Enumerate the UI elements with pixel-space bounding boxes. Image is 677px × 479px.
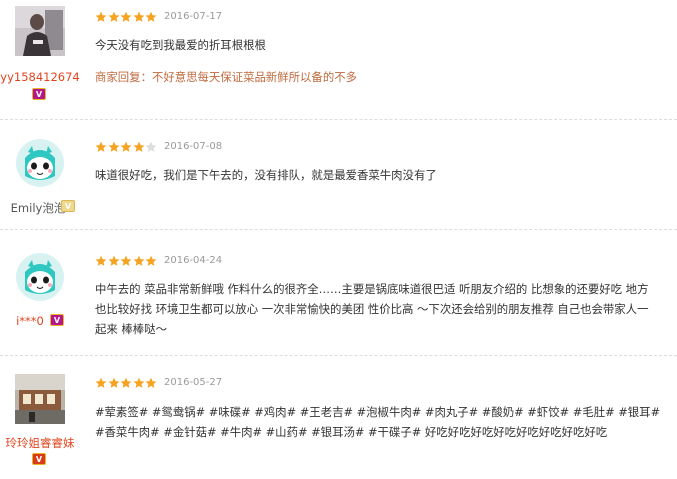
review-content: 味道很好吃，我们是下午去的，没有排队，就是最爱香菜牛肉没有了: [95, 168, 437, 182]
star-full-icon: [95, 141, 107, 152]
star-empty-icon: [145, 141, 157, 152]
review-item: 玲玲姐睿睿妹 V 2016-05-27 #荤素签# #鸳鸯锅# #味碟# #鸡肉…: [0, 356, 677, 479]
review-item: yy158412674 V 2016-07-17 今天没有吃到我最爱的折耳根根根…: [0, 0, 677, 120]
photo-avatar-icon: [15, 6, 65, 56]
review-date: 2016-05-27: [164, 377, 223, 388]
rating-stars: [95, 11, 158, 23]
rating-stars: [95, 377, 158, 389]
star-full-icon: [145, 11, 157, 22]
rating-stars: [95, 141, 158, 153]
user-avatar[interactable]: [15, 374, 65, 424]
star-full-icon: [133, 377, 144, 388]
username[interactable]: yy158412674: [0, 70, 80, 84]
star-full-icon: [95, 377, 107, 388]
review-content: 今天没有吃到我最爱的折耳根根根: [95, 38, 266, 52]
star-full-icon: [95, 11, 107, 22]
user-avatar[interactable]: [15, 6, 65, 56]
star-full-icon: [120, 11, 132, 22]
vip-badge-icon: V: [50, 314, 64, 326]
rating-stars: [95, 255, 158, 267]
star-full-icon: [95, 255, 107, 266]
star-full-icon: [145, 255, 157, 266]
cartoon-avatar-icon: [16, 253, 64, 301]
star-full-icon: [108, 11, 119, 22]
review-content: #荤素签# #鸳鸯锅# #味碟# #鸡肉# #王老吉# #泡椒牛肉# #肉丸子#…: [95, 405, 661, 439]
review-item: Emily泡泡 V 2016-07-08 味道很好吃，我们是下午去的，没有排队，…: [0, 120, 677, 230]
star-full-icon: [108, 377, 119, 388]
star-full-icon: [108, 141, 119, 152]
review-date: 2016-07-17: [164, 11, 223, 22]
star-full-icon: [120, 255, 132, 266]
cartoon-avatar-icon: [16, 139, 64, 187]
star-full-icon: [133, 11, 144, 22]
photo-avatar-icon: [15, 374, 65, 424]
star-full-icon: [133, 141, 144, 152]
merchant-reply: 商家回复：不好意思每天保证菜品新鲜所以备的不多: [95, 70, 357, 84]
username[interactable]: 玲玲姐睿睿妹: [0, 435, 80, 451]
user-avatar[interactable]: [15, 138, 65, 188]
review-item: i***0 V 2016-04-24 中午去的 菜品非常新鲜哦 作料什么的很齐全…: [0, 230, 677, 350]
star-full-icon: [133, 255, 144, 266]
star-full-icon: [120, 141, 132, 152]
star-full-icon: [108, 255, 119, 266]
vip-badge-icon: V: [32, 453, 46, 465]
review-content: 中午去的 菜品非常新鲜哦 作料什么的很齐全……主要是锅底味道很巴适 听朋友介绍的…: [95, 282, 649, 336]
star-full-icon: [145, 377, 157, 388]
review-date: 2016-07-08: [164, 141, 223, 152]
star-full-icon: [120, 377, 132, 388]
review-date: 2016-04-24: [164, 255, 223, 266]
user-avatar[interactable]: [15, 252, 65, 302]
vip-badge-icon: V: [32, 88, 46, 100]
vip-badge-icon: V: [61, 200, 75, 212]
